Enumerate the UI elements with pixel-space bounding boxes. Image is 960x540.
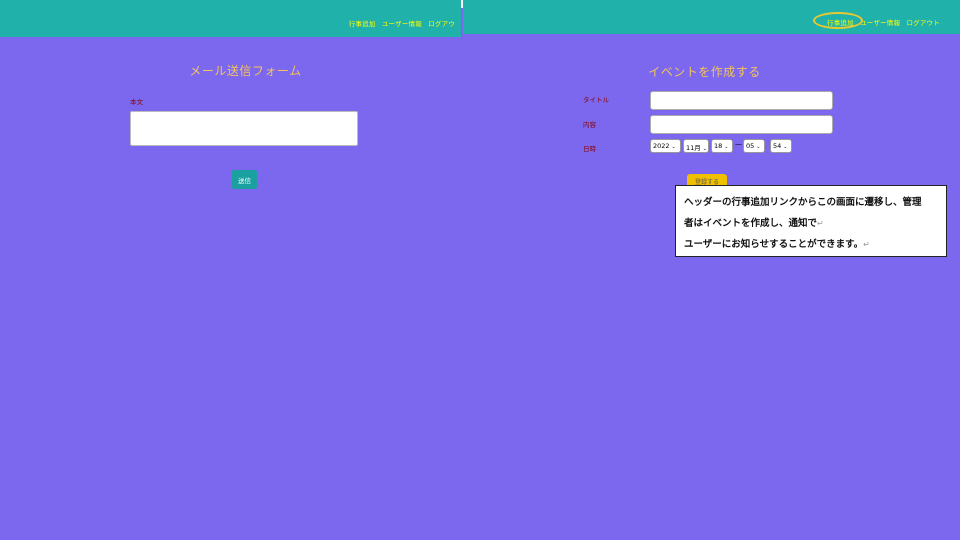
mail-form-screen: 行事追加 ユーザー情報 ログアウ メール送信フォーム 本文 送信 — [0, 0, 461, 540]
annotation-callout: ヘッダーの行事追加リンクからこの画面に遷移し、管理 者はイベントを作成し、通知で… — [675, 185, 947, 257]
content-input[interactable] — [650, 115, 833, 134]
body-label: 本文 — [130, 98, 143, 106]
day-value: 18 — [714, 142, 723, 150]
callout-line-1: ヘッダーの行事追加リンクからこの画面に遷移し、管理 — [684, 197, 922, 208]
header-bar: 行事追加 ユーザー情報 ログアウト — [463, 0, 960, 34]
title-label: タイトル — [583, 96, 609, 104]
event-create-screen: 行事追加 ユーザー情報 ログアウト イベントを作成する タイトル 内容 日時 2… — [463, 0, 960, 540]
chevron-down-icon: ⌄ — [671, 144, 676, 150]
nav-logout-link[interactable]: ログアウ — [428, 20, 455, 28]
year-value: 2022 — [653, 142, 670, 150]
page-title: イベントを作成する — [648, 65, 761, 79]
page-title: メール送信フォーム — [189, 64, 302, 78]
content-label: 内容 — [583, 121, 596, 129]
body-textarea[interactable] — [130, 111, 358, 146]
nav-logout-link[interactable]: ログアウト — [906, 19, 940, 27]
chevron-down-icon: ⌄ — [756, 144, 761, 150]
callout-line-3: ユーザーにお知らせすることができます。↵ — [684, 239, 870, 250]
nav-user-info-link[interactable]: ユーザー情報 — [382, 20, 422, 28]
hour-select[interactable]: 05 ⌄ — [743, 139, 765, 153]
chevron-down-icon: ⌄ — [783, 144, 788, 150]
highlight-oval — [813, 12, 863, 29]
header-nav: 行事追加 ユーザー情報 ログアウ — [349, 18, 459, 28]
return-mark-icon: ↵ — [863, 240, 870, 249]
header-bar: 行事追加 ユーザー情報 ログアウ — [0, 0, 461, 37]
chevron-down-icon: ⌄ — [702, 146, 707, 152]
month-value: 11月 — [686, 144, 701, 152]
callout-line-2: 者はイベントを作成し、通知で↵ — [684, 218, 824, 229]
day-select[interactable]: 18 ⌄ — [711, 139, 733, 153]
send-button[interactable]: 送信 — [232, 170, 257, 189]
year-select[interactable]: 2022 ⌄ — [650, 139, 681, 153]
title-input[interactable] — [650, 91, 833, 110]
datetime-label: 日時 — [583, 145, 596, 153]
minute-select[interactable]: 54 ⌄ — [770, 139, 792, 153]
minute-value: 54 — [773, 142, 782, 150]
nav-add-event-link[interactable]: 行事追加 — [349, 20, 376, 28]
chevron-down-icon: ⌄ — [724, 144, 729, 150]
nav-user-info-link[interactable]: ユーザー情報 — [860, 19, 900, 27]
month-select[interactable]: 11月 ⌄ — [683, 139, 709, 153]
hour-value: 05 — [746, 142, 755, 150]
return-mark-icon: ↵ — [817, 219, 824, 228]
datetime-separator: — — [735, 140, 742, 148]
